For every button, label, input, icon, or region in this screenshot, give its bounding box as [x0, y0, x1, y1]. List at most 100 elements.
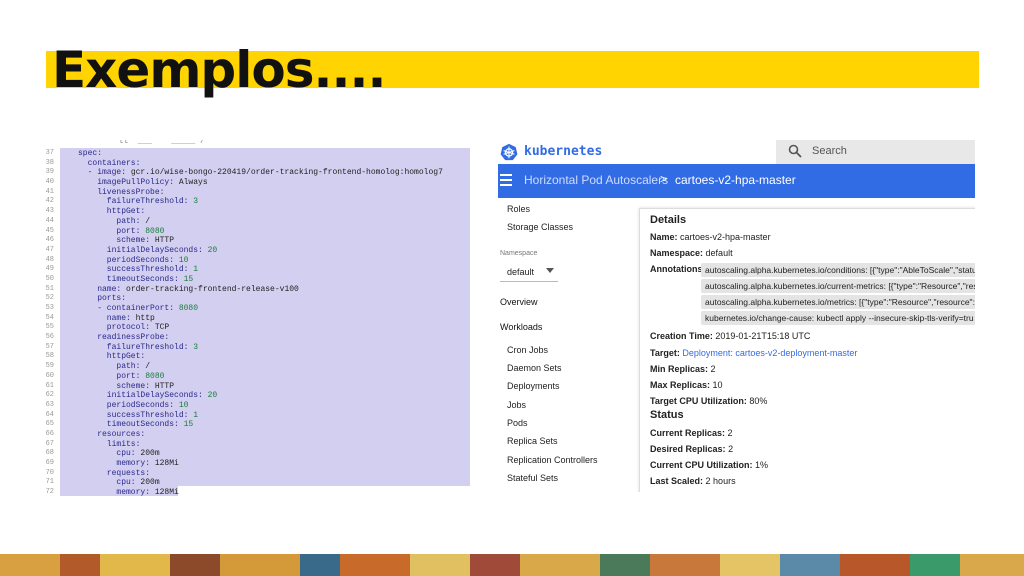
line-number: 43 — [45, 207, 54, 216]
code-line: 65 timeoutSeconds: 15 — [40, 420, 472, 430]
code-text: name: order-tracking-frontend-release-v1… — [78, 284, 299, 294]
line-number: 57 — [45, 342, 54, 351]
code-text: httpGet: — [78, 352, 146, 362]
sidebar-item-stateful-sets[interactable]: Stateful Sets — [507, 473, 558, 483]
code-text: port: 8080 — [78, 371, 165, 381]
detail-namespace: Namespace: default — [650, 248, 733, 258]
details-heading: Details — [650, 214, 687, 226]
code-line: 40 imagePullPolicy: Always — [40, 178, 472, 188]
line-number: 59 — [45, 362, 54, 371]
dashboard-topbar: kubernetes Search — [498, 140, 975, 164]
namespace-select[interactable]: default — [500, 262, 558, 282]
code-line: 46 scheme: HTTP — [40, 236, 472, 246]
line-number: 42 — [45, 197, 54, 206]
annotation-chip[interactable]: kubernetes.io/change-cause: kubectl appl… — [701, 311, 975, 325]
code-text: cpu: 200m — [78, 478, 160, 488]
annotation-chip[interactable]: autoscaling.alpha.kubernetes.io/metrics:… — [701, 295, 975, 309]
code-text: - image: gcr.io/wise-bongo-220419/order-… — [78, 168, 443, 178]
sidebar-item-deployments[interactable]: Deployments — [507, 381, 560, 391]
breadcrumb-bar: Horizontal Pod Autoscalers > cartoes-v2-… — [498, 164, 975, 198]
code-partial-line: ll ___ _____ / — [80, 140, 220, 144]
detail-target: Target: Deployment: cartoes-v2-deploymen… — [650, 348, 858, 358]
code-line: 45 port: 8080 — [40, 227, 472, 237]
line-number: 58 — [45, 352, 54, 361]
detail-creation-time: Creation Time: 2019-01-21T15:18 UTC — [650, 331, 811, 341]
code-line: 47 initialDelaySeconds: 20 — [40, 246, 472, 256]
line-number: 41 — [45, 187, 54, 196]
line-number: 55 — [45, 323, 54, 332]
sidebar-item-replication-controllers[interactable]: Replication Controllers — [507, 455, 598, 465]
code-line: 50 timeoutSeconds: 15 — [40, 275, 472, 285]
line-number: 45 — [45, 226, 54, 235]
search-input[interactable]: Search — [776, 140, 975, 164]
sidebar-item-jobs[interactable]: Jobs — [507, 400, 526, 410]
code-line: 51 name: order-tracking-frontend-release… — [40, 285, 472, 295]
code-text: periodSeconds: 10 — [78, 255, 189, 265]
line-number: 48 — [45, 255, 54, 264]
line-number: 65 — [45, 420, 54, 429]
menu-icon[interactable] — [500, 174, 512, 186]
code-text: httpGet: — [78, 207, 146, 217]
code-text: failureThreshold: 3 — [78, 197, 199, 207]
code-line: 38 containers: — [40, 159, 472, 169]
code-text: memory: 128Mi — [78, 459, 179, 468]
line-number: 56 — [45, 333, 54, 342]
line-number: 37 — [45, 149, 54, 157]
code-line: 60 port: 8080 — [40, 372, 472, 382]
line-number: 44 — [45, 216, 54, 225]
target-link[interactable]: Deployment: cartoes-v2-deployment-master — [682, 348, 857, 358]
status-desired-replicas: Desired Replicas: 2 — [650, 444, 734, 454]
sidebar-item-workloads[interactable]: Workloads — [500, 322, 542, 332]
code-line: 71 cpu: 200m — [40, 478, 472, 488]
detail-min-replicas: Min Replicas: 2 — [650, 364, 716, 374]
line-number: 49 — [45, 265, 54, 274]
line-number: 39 — [45, 168, 54, 177]
code-line: 58 httpGet: — [40, 352, 472, 362]
code-text: limits: — [78, 439, 141, 449]
search-placeholder: Search — [812, 145, 847, 157]
code-line: 57 failureThreshold: 3 — [40, 343, 472, 353]
code-text: protocol: TCP — [78, 323, 170, 333]
code-text: timeoutSeconds: 15 — [78, 274, 194, 284]
code-line: 62 initialDelaySeconds: 20 — [40, 391, 472, 401]
code-text: - containerPort: 8080 — [78, 304, 199, 313]
code-text: periodSeconds: 10 — [78, 400, 189, 410]
code-text: initialDelaySeconds: 20 — [78, 245, 218, 255]
sidebar-item-daemon-sets[interactable]: Daemon Sets — [507, 363, 562, 373]
sidebar-item-overview[interactable]: Overview — [500, 297, 538, 307]
kubernetes-logo-icon — [500, 143, 518, 161]
details-card: Details Name: cartoes-v2-hpa-master Name… — [639, 208, 975, 492]
code-text: port: 8080 — [78, 226, 165, 236]
line-number: 66 — [45, 429, 54, 438]
line-number: 62 — [45, 391, 54, 400]
code-text: path: / — [78, 362, 151, 372]
sidebar-item-cron-jobs[interactable]: Cron Jobs — [507, 345, 548, 355]
code-line: 55 protocol: TCP — [40, 323, 472, 333]
sidebar-item-pods[interactable]: Pods — [507, 418, 528, 428]
sidebar-item-storage-classes[interactable]: Storage Classes — [507, 222, 573, 232]
code-line: 69 memory: 128Mi — [40, 459, 472, 469]
annotation-chip[interactable]: autoscaling.alpha.kubernetes.io/conditio… — [701, 263, 975, 277]
code-line: 44 path: / — [40, 217, 472, 227]
namespace-label: Namespace — [500, 250, 538, 257]
line-number: 46 — [45, 236, 54, 245]
line-number: 50 — [45, 274, 54, 283]
annotation-chip[interactable]: autoscaling.alpha.kubernetes.io/current-… — [701, 279, 975, 293]
sidebar-item-roles[interactable]: Roles — [507, 204, 530, 214]
code-line: 72 memory: 128Mi — [40, 488, 472, 498]
sidebar-item-replica-sets[interactable]: Replica Sets — [507, 436, 558, 446]
line-number: 67 — [45, 439, 54, 448]
code-text: imagePullPolicy: Always — [78, 178, 208, 188]
code-text: scheme: HTTP — [78, 381, 175, 391]
code-text: successThreshold: 1 — [78, 410, 199, 420]
chevron-right-icon: > — [660, 172, 668, 186]
code-line: 68 cpu: 200m — [40, 449, 472, 459]
code-line: 64 successThreshold: 1 — [40, 411, 472, 421]
code-line: 43 httpGet: — [40, 207, 472, 217]
code-line: 39 - image: gcr.io/wise-bongo-220419/ord… — [40, 168, 472, 178]
line-number: 64 — [45, 410, 54, 419]
breadcrumb-parent[interactable]: Horizontal Pod Autoscalers — [524, 173, 668, 187]
line-number: 63 — [45, 400, 54, 409]
code-line: 59 path: / — [40, 362, 472, 372]
line-number: 52 — [45, 294, 54, 303]
